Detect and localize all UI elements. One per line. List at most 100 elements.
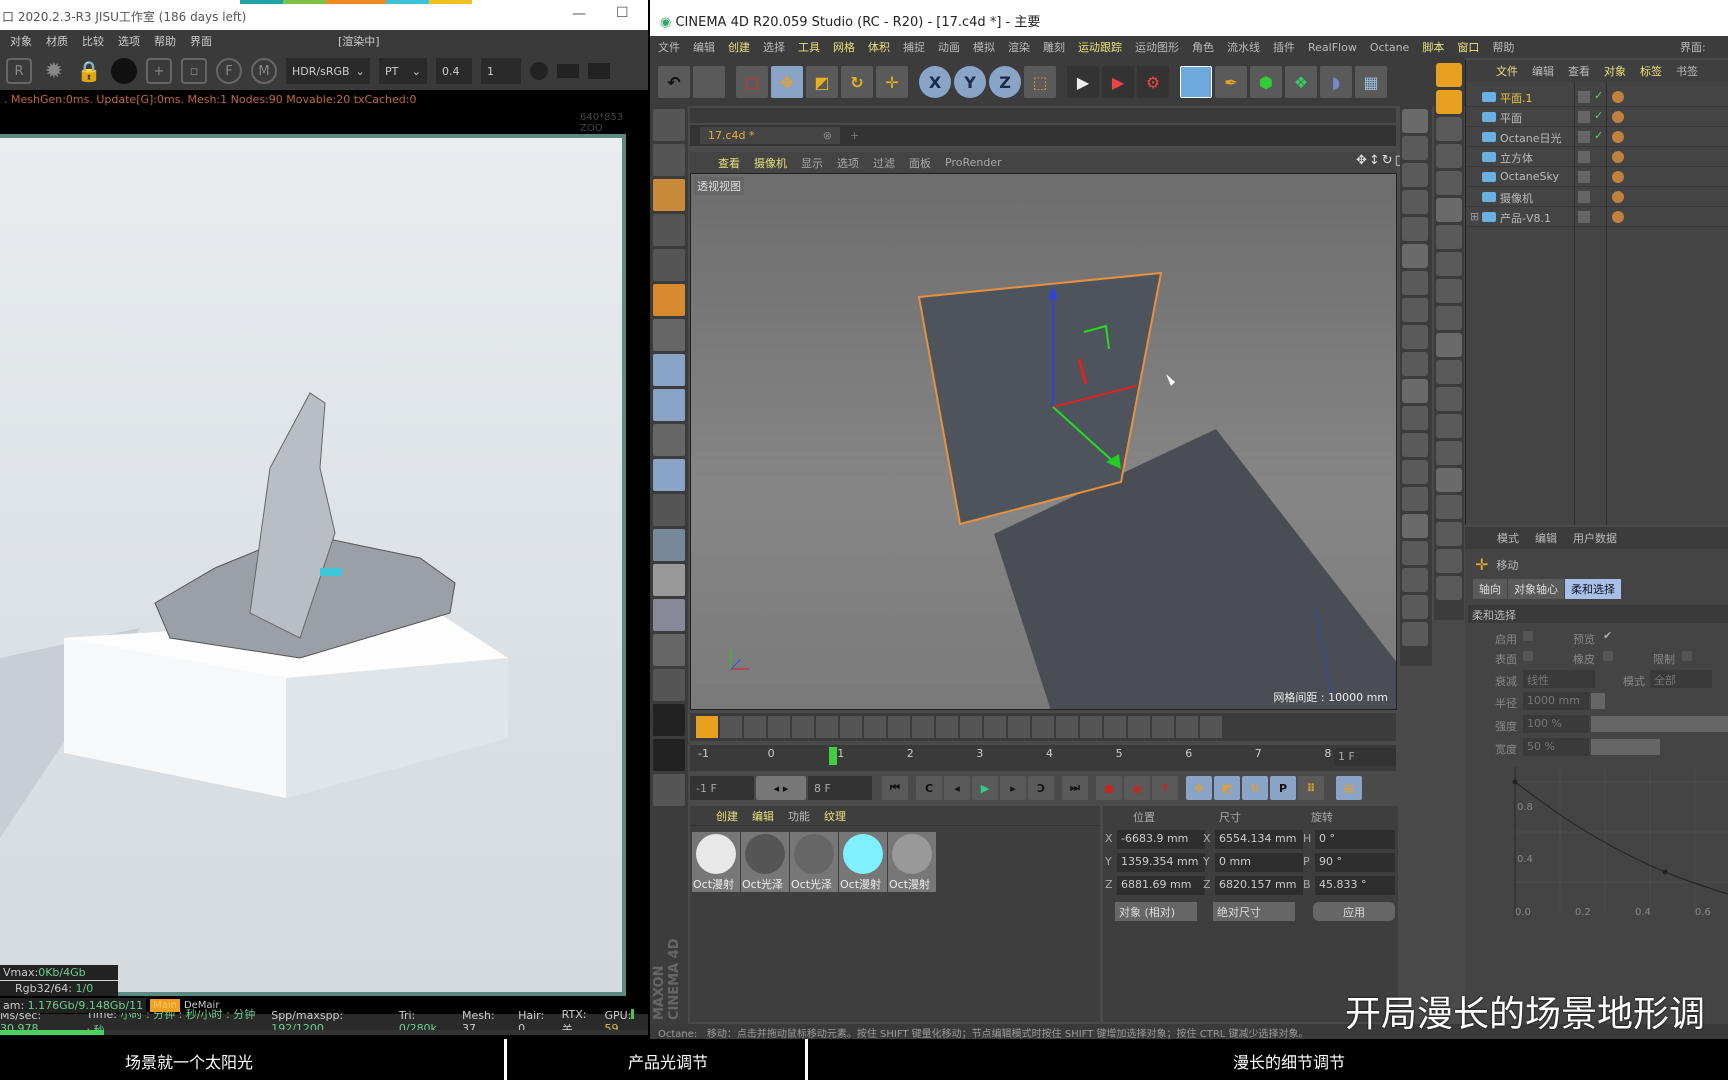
sculpt-tool-icon[interactable] (816, 716, 838, 738)
tool-icon[interactable] (1402, 109, 1428, 133)
size-mode-select[interactable]: 绝对尺寸 (1213, 902, 1295, 921)
go-to-end-button[interactable]: ⏭ (1062, 776, 1088, 800)
sculpt-tool-icon[interactable] (840, 716, 862, 738)
sculpt-tool-icon[interactable] (1032, 716, 1054, 738)
menu-compare[interactable]: 比较 (82, 33, 104, 49)
undo-button[interactable]: ↶ (658, 66, 690, 98)
mode-select[interactable]: 全部 (1650, 670, 1712, 688)
mode-tool-icon[interactable] (653, 179, 685, 211)
strength-field[interactable]: 100 % (1523, 715, 1589, 733)
menu-item-8[interactable]: 动画 (938, 39, 960, 55)
floor-icon[interactable]: ▦ (1355, 66, 1387, 98)
coord-field-p[interactable]: 1359.354 mm (1117, 853, 1205, 872)
y-axis-button[interactable]: Y (954, 66, 986, 98)
octane-tool-icon[interactable] (1436, 387, 1462, 411)
sculpt-tool-icon[interactable] (1080, 716, 1102, 738)
zoom-in-button[interactable]: + (146, 58, 172, 84)
sculpt-tool-icon[interactable] (1152, 716, 1174, 738)
current-frame-field[interactable]: 1 F (1334, 748, 1396, 766)
record-key-button[interactable]: ● (1096, 776, 1122, 800)
strength-slider[interactable] (1591, 716, 1728, 732)
attribute-tab[interactable]: 对象轴心 (1508, 579, 1564, 599)
sculpt-tool-icon[interactable] (1128, 716, 1150, 738)
mode-tool-icon[interactable] (653, 389, 685, 421)
octane-tool-icon[interactable] (1436, 333, 1462, 357)
menu-object[interactable]: 对象 (10, 33, 32, 49)
layer-icon[interactable] (1578, 111, 1590, 123)
attribute-tab[interactable]: 轴向 (1473, 579, 1507, 599)
coord-field-p[interactable]: 6881.69 mm (1117, 876, 1205, 895)
restrict-checkbox[interactable] (1682, 651, 1692, 661)
focus-button[interactable]: F (216, 58, 242, 84)
array-icon[interactable]: ❖ (1285, 66, 1317, 98)
material-menu-item-2[interactable]: 功能 (788, 808, 810, 824)
falloff-select[interactable]: 线性 (1523, 670, 1595, 688)
render-view[interactable] (0, 134, 626, 996)
mode-tool-icon[interactable] (653, 599, 685, 631)
material-menu-item-1[interactable]: 编辑 (752, 808, 774, 824)
object-row[interactable]: OctaneSky (1466, 167, 1728, 187)
deformer-icon[interactable]: ◗ (1320, 66, 1352, 98)
menu-item-16[interactable]: 插件 (1273, 39, 1295, 55)
mode-tool-icon[interactable] (653, 144, 685, 176)
menu-item-17[interactable]: RealFlow (1308, 41, 1357, 54)
menu-item-21[interactable]: 帮助 (1492, 39, 1514, 55)
rotate-tool-button[interactable]: ↻ (841, 66, 873, 98)
mode-tool-icon[interactable] (653, 669, 685, 701)
tool-icon[interactable] (1402, 595, 1428, 619)
sculpt-tool-icon[interactable] (768, 716, 790, 738)
minimize-button[interactable]: — (572, 6, 586, 22)
next-key-button[interactable]: Ↄ (1028, 776, 1054, 800)
z-axis-button[interactable]: Z (989, 66, 1021, 98)
start-frame-field[interactable]: -1 F (690, 776, 754, 800)
material-swatch[interactable]: Oct光泽 (790, 832, 838, 892)
attribute-menu-item[interactable]: 用户数据 (1573, 530, 1617, 546)
sculpt-tool-icon[interactable] (936, 716, 958, 738)
radius-slider[interactable] (1591, 693, 1605, 709)
octane-tool-icon[interactable] (1436, 495, 1462, 519)
viewport-menu-item-1[interactable]: 摄像机 (754, 155, 787, 171)
menu-interface[interactable]: 界面 (190, 33, 212, 49)
sculpt-tool-icon[interactable] (1056, 716, 1078, 738)
object-row[interactable]: 摄像机 (1466, 187, 1728, 207)
menu-item-1[interactable]: 编辑 (693, 39, 715, 55)
sculpt-tool-icon[interactable] (720, 716, 742, 738)
keyframe-selection-button[interactable]: ? (1152, 776, 1178, 800)
menu-item-11[interactable]: 雕刻 (1043, 39, 1065, 55)
mode-tool-icon[interactable] (653, 319, 685, 351)
coord-field-s[interactable]: 6554.134 mm (1215, 830, 1303, 849)
sculpt-tool-icon[interactable] (1176, 716, 1198, 738)
octane-tool-icon[interactable] (1436, 171, 1462, 195)
layer-icon[interactable] (1578, 211, 1590, 223)
tool-icon[interactable] (1402, 406, 1428, 430)
octane-tool-icon[interactable] (1436, 117, 1462, 141)
attribute-tab[interactable]: 柔和选择 (1565, 579, 1621, 599)
width-field[interactable]: 50 % (1523, 738, 1589, 756)
object-row[interactable]: 立方体 (1466, 147, 1728, 167)
menu-item-15[interactable]: 流水线 (1227, 39, 1260, 55)
attribute-menu-item[interactable]: 模式 (1497, 530, 1519, 546)
end-frame-field[interactable]: 8 F (808, 776, 872, 800)
sculpt-tool-icon[interactable] (1008, 716, 1030, 738)
sculpt-tool-icon[interactable] (1200, 716, 1222, 738)
coordinate-system-button[interactable]: ⬚ (1024, 66, 1056, 98)
tag-icon[interactable] (1612, 151, 1624, 163)
render-picture-viewer-button[interactable]: ▶ (1102, 66, 1134, 98)
mode-tool-icon[interactable] (653, 739, 685, 771)
lock-icon[interactable]: 🔒 (76, 58, 102, 84)
layer-icon[interactable] (1578, 171, 1590, 183)
select-tool-button[interactable]: ▢ (736, 66, 768, 98)
menu-item-3[interactable]: 选择 (763, 39, 785, 55)
octane-tool-icon[interactable] (1436, 441, 1462, 465)
cube-icon[interactable] (1180, 66, 1212, 98)
mode-tool-icon[interactable] (653, 214, 685, 246)
octane-tool-icon[interactable] (1436, 306, 1462, 330)
tool-icon[interactable] (1402, 163, 1428, 187)
mode-tool-icon[interactable] (653, 109, 685, 141)
sculpt-tool-icon[interactable] (696, 716, 718, 738)
key-position-button[interactable]: ✥ (1186, 776, 1212, 800)
sculpt-tool-icon[interactable] (1104, 716, 1126, 738)
menu-item-0[interactable]: 文件 (658, 39, 680, 55)
layer-icon[interactable] (1578, 151, 1590, 163)
coordinate-mode-select[interactable]: 对象 (相对) (1115, 902, 1197, 921)
